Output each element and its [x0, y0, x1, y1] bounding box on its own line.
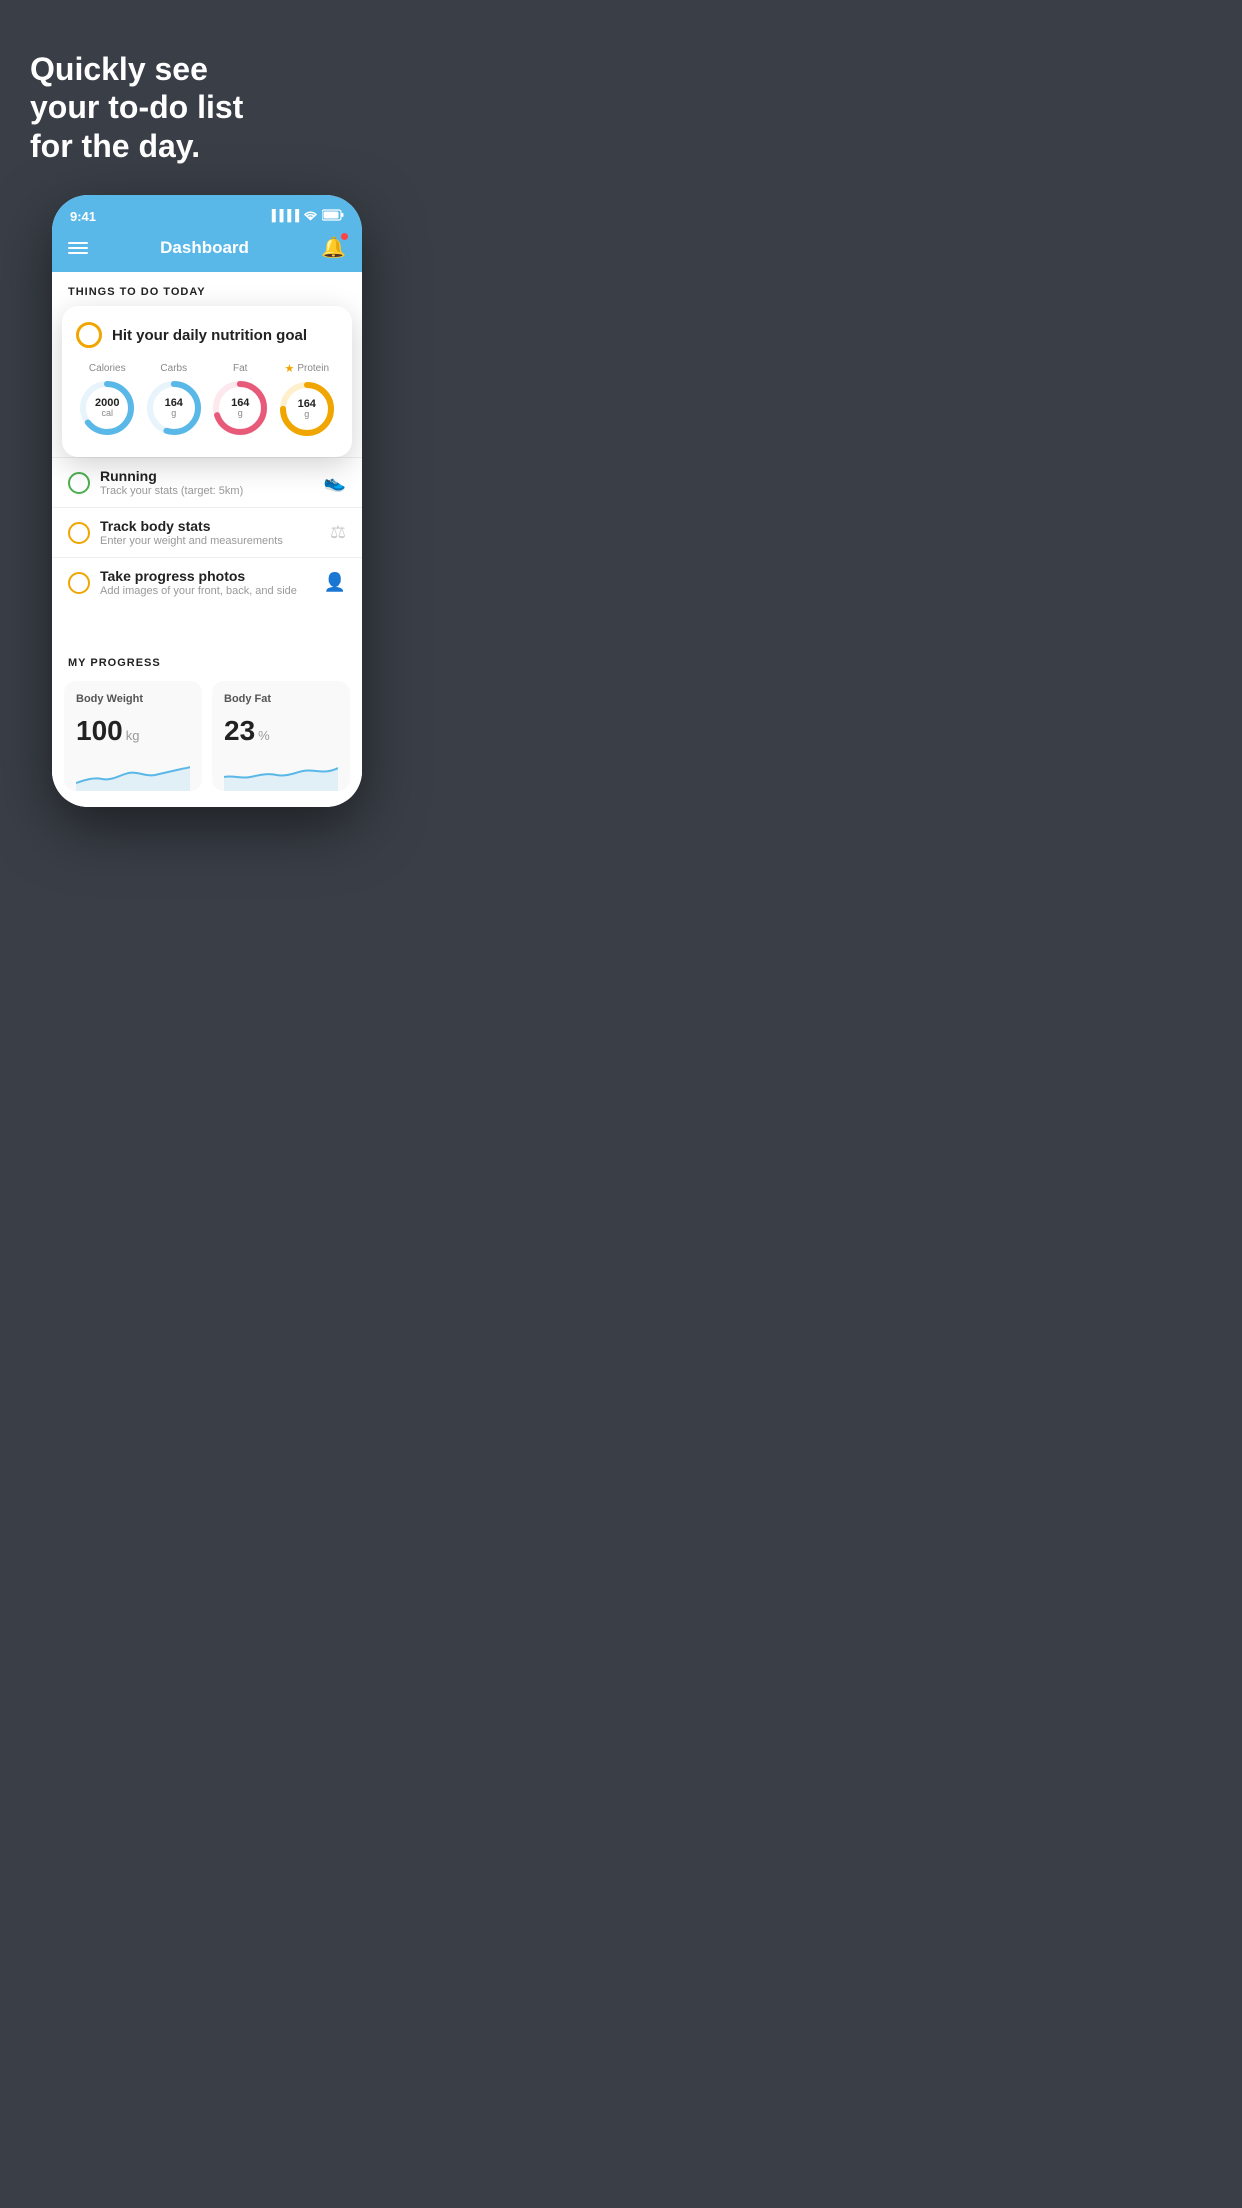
- carbs-unit: g: [165, 409, 183, 419]
- nutrition-card-title: Hit your daily nutrition goal: [112, 327, 307, 344]
- running-text: Running Track your stats (target: 5km): [100, 468, 314, 497]
- fat-unit: g: [231, 409, 249, 419]
- hamburger-menu[interactable]: [68, 242, 88, 254]
- nutrition-check-circle[interactable]: [76, 322, 102, 348]
- todo-item-running[interactable]: Running Track your stats (target: 5km) 👟: [52, 457, 362, 507]
- photos-subtitle: Add images of your front, back, and side: [100, 585, 314, 597]
- status-icons: ▐▐▐▐: [268, 209, 344, 224]
- body-fat-chart: [224, 755, 338, 791]
- body-stats-circle: [68, 522, 90, 544]
- things-today-header: THINGS TO DO TODAY: [52, 272, 362, 306]
- protein-star-icon: ★: [284, 362, 294, 375]
- fat-metric: Fat 164 g: [210, 363, 270, 438]
- content-area: THINGS TO DO TODAY Hit your daily nutrit…: [52, 272, 362, 807]
- todo-item-progress-photos[interactable]: Take progress photos Add images of your …: [52, 557, 362, 607]
- body-stats-subtitle: Enter your weight and measurements: [100, 535, 320, 547]
- running-circle: [68, 472, 90, 494]
- status-bar: 9:41 ▐▐▐▐: [52, 195, 362, 227]
- photos-text: Take progress photos Add images of your …: [100, 568, 314, 597]
- calories-metric: Calories 2000 cal: [77, 363, 137, 438]
- body-fat-title: Body Fat: [224, 693, 338, 705]
- body-fat-value-row: 23 %: [224, 715, 338, 747]
- hero-text: Quickly seeyour to-do listfor the day.: [0, 30, 414, 165]
- carbs-donut: 164 g: [144, 378, 204, 438]
- notification-dot: [341, 233, 348, 240]
- nutrition-card: Hit your daily nutrition goal Calories: [62, 306, 352, 457]
- fat-donut: 164 g: [210, 378, 270, 438]
- body-weight-card[interactable]: Body Weight 100 kg: [64, 681, 202, 791]
- protein-metric: ★ Protein 164 g: [277, 362, 337, 439]
- body-weight-title: Body Weight: [76, 693, 190, 705]
- progress-cards: Body Weight 100 kg Bo: [64, 681, 350, 791]
- body-weight-unit: kg: [126, 728, 140, 743]
- body-weight-value-row: 100 kg: [76, 715, 190, 747]
- calories-label: Calories: [89, 363, 126, 374]
- nav-bar: Dashboard 🔔: [52, 227, 362, 272]
- photos-title: Take progress photos: [100, 568, 314, 584]
- status-time: 9:41: [70, 209, 96, 224]
- protein-unit: g: [298, 410, 316, 420]
- photos-icon: 👤: [324, 572, 346, 593]
- photos-circle: [68, 572, 90, 594]
- progress-header: MY PROGRESS: [64, 637, 350, 681]
- todo-item-body-stats[interactable]: Track body stats Enter your weight and m…: [52, 507, 362, 557]
- running-subtitle: Track your stats (target: 5km): [100, 485, 314, 497]
- outer-background: Quickly seeyour to-do listfor the day. 9…: [0, 0, 414, 837]
- carbs-label: Carbs: [160, 363, 187, 374]
- running-icon: 👟: [324, 472, 346, 493]
- body-stats-icon: ⚖: [330, 522, 346, 543]
- body-fat-card[interactable]: Body Fat 23 %: [212, 681, 350, 791]
- nav-title: Dashboard: [160, 238, 249, 258]
- calories-donut: 2000 cal: [77, 378, 137, 438]
- wifi-icon: [303, 209, 318, 224]
- body-weight-chart: [76, 755, 190, 791]
- battery-icon: [322, 209, 344, 224]
- body-fat-unit: %: [258, 728, 270, 743]
- body-weight-value: 100: [76, 715, 123, 747]
- carbs-metric: Carbs 164 g: [144, 363, 204, 438]
- phone-frame: 9:41 ▐▐▐▐: [52, 195, 362, 807]
- nutrition-metrics-row: Calories 2000 cal: [76, 362, 338, 439]
- protein-donut: 164 g: [277, 379, 337, 439]
- calories-unit: cal: [95, 409, 119, 419]
- signal-icon: ▐▐▐▐: [268, 210, 299, 222]
- notification-bell[interactable]: 🔔: [321, 235, 346, 260]
- progress-section: MY PROGRESS Body Weight 100 kg: [52, 637, 362, 807]
- body-stats-title: Track body stats: [100, 518, 320, 534]
- fat-label: Fat: [233, 363, 247, 374]
- protein-label: ★ Protein: [284, 362, 329, 375]
- body-stats-text: Track body stats Enter your weight and m…: [100, 518, 320, 547]
- body-fat-value: 23: [224, 715, 255, 747]
- running-title: Running: [100, 468, 314, 484]
